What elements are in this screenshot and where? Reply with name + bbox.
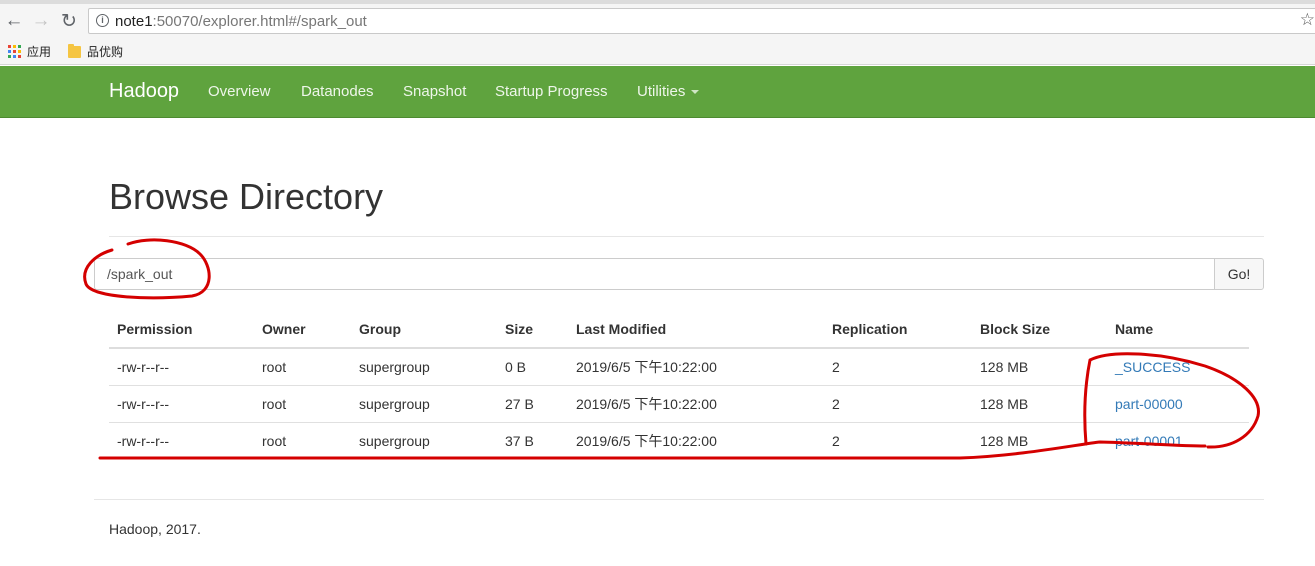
cell-replication: 2 — [824, 347, 972, 386]
col-header-group[interactable]: Group — [351, 310, 497, 349]
cell-block-size: 128 MB — [972, 422, 1107, 459]
col-header-owner[interactable]: Owner — [254, 310, 351, 349]
cell-name: _SUCCESS — [1107, 347, 1249, 386]
address-url[interactable]: note1:50070/explorer.html#/spark_out — [115, 13, 367, 30]
bookmark-apps[interactable]: 应用 — [8, 43, 51, 60]
table-header-row: Permission Owner Group Size Last Modifie… — [109, 310, 1249, 349]
nav-datanodes[interactable]: Datanodes — [301, 83, 374, 100]
forward-arrow-icon[interactable]: → — [30, 9, 52, 33]
cell-block-size: 128 MB — [972, 385, 1107, 423]
col-header-permission[interactable]: Permission — [109, 310, 254, 349]
cell-replication: 2 — [824, 385, 972, 423]
caret-down-icon — [691, 90, 700, 95]
cell-name: part-00001 — [1107, 422, 1249, 459]
go-button[interactable]: Go! — [1214, 258, 1264, 290]
info-icon[interactable]: i — [96, 14, 109, 27]
nav-utilities-dropdown[interactable]: Utilities — [637, 83, 700, 100]
nav-overview[interactable]: Overview — [208, 83, 271, 100]
bookmark-pinyougou[interactable]: 品优购 — [68, 43, 123, 60]
cell-group: supergroup — [351, 422, 497, 459]
bookmark-star-icon[interactable]: ☆ — [1300, 10, 1315, 30]
cell-size: 37 B — [497, 422, 568, 459]
cell-last-modified: 2019/6/5 下午10:22:00 — [568, 347, 824, 386]
bookmarks-bar: 应用 品优购 — [0, 39, 1315, 65]
footer-divider — [94, 499, 1264, 500]
cell-permission: -rw-r--r-- — [109, 385, 254, 423]
col-header-size[interactable]: Size — [497, 310, 568, 349]
back-arrow-icon[interactable]: ← — [3, 9, 25, 33]
footer-text: Hadoop, 2017. — [109, 521, 201, 537]
hadoop-navbar: Hadoop Overview Datanodes Snapshot Start… — [0, 66, 1315, 118]
cell-last-modified: 2019/6/5 下午10:22:00 — [568, 385, 824, 423]
file-listing-table: Permission Owner Group Size Last Modifie… — [109, 310, 1249, 459]
file-link[interactable]: _SUCCESS — [1115, 359, 1190, 375]
apps-grid-icon — [8, 45, 21, 58]
cell-name: part-00000 — [1107, 385, 1249, 423]
nav-utilities-label: Utilities — [637, 83, 686, 100]
col-header-name[interactable]: Name — [1107, 310, 1249, 349]
nav-startup-progress[interactable]: Startup Progress — [495, 83, 608, 100]
col-header-block-size[interactable]: Block Size — [972, 310, 1107, 349]
cell-size: 0 B — [497, 347, 568, 386]
cell-owner: root — [254, 385, 351, 423]
table-row: -rw-r--r-- root supergroup 27 B 2019/6/5… — [109, 385, 1249, 423]
cell-owner: root — [254, 347, 351, 386]
cell-last-modified: 2019/6/5 下午10:22:00 — [568, 422, 824, 459]
table-row: -rw-r--r-- root supergroup 0 B 2019/6/5 … — [109, 347, 1249, 386]
col-header-replication[interactable]: Replication — [824, 310, 972, 349]
folder-icon — [68, 43, 81, 58]
file-link[interactable]: part-00001 — [1115, 433, 1183, 449]
divider — [109, 236, 1264, 237]
cell-permission: -rw-r--r-- — [109, 422, 254, 459]
cell-group: supergroup — [351, 347, 497, 386]
bookmark-label: 应用 — [27, 45, 52, 59]
cell-size: 27 B — [497, 385, 568, 423]
cell-owner: root — [254, 422, 351, 459]
address-bar[interactable]: i note1:50070/explorer.html#/spark_out ☆ — [88, 8, 1315, 34]
url-host: note1 — [115, 13, 153, 30]
cell-permission: -rw-r--r-- — [109, 347, 254, 386]
page-title: Browse Directory — [109, 176, 384, 217]
col-header-last-modified[interactable]: Last Modified — [568, 310, 824, 349]
cell-block-size: 128 MB — [972, 347, 1107, 386]
directory-path-input[interactable] — [94, 258, 1215, 290]
url-path: :50070/explorer.html#/spark_out — [152, 13, 367, 30]
bookmark-label: 品优购 — [87, 45, 124, 59]
browser-toolbar: ← → ↻ i note1:50070/explorer.html#/spark… — [0, 4, 1315, 39]
cell-replication: 2 — [824, 422, 972, 459]
table-row: -rw-r--r-- root supergroup 37 B 2019/6/5… — [109, 422, 1249, 459]
navbar-brand[interactable]: Hadoop — [109, 80, 179, 103]
nav-snapshot[interactable]: Snapshot — [403, 83, 466, 100]
reload-icon[interactable]: ↻ — [58, 9, 80, 33]
cell-group: supergroup — [351, 385, 497, 423]
file-link[interactable]: part-00000 — [1115, 396, 1183, 412]
